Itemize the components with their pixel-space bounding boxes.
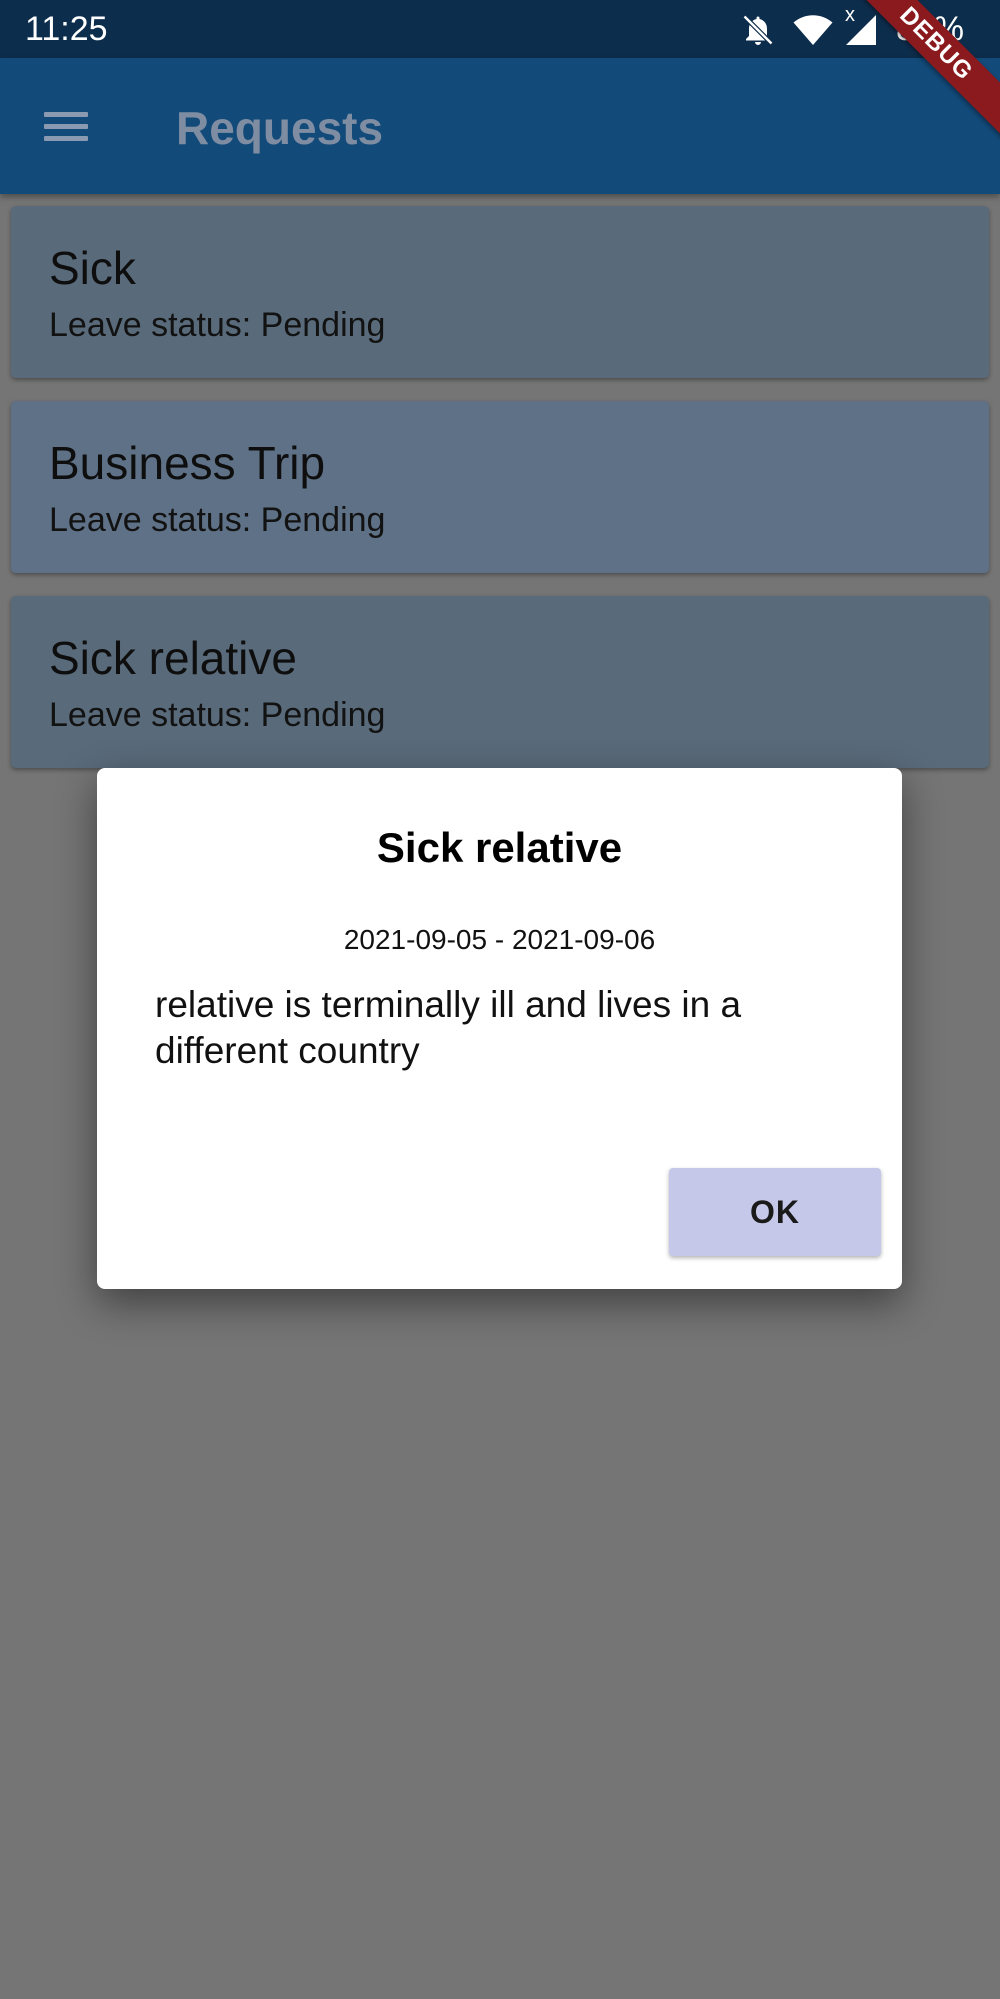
dialog-description: relative is terminally ill and lives in …	[155, 984, 742, 1071]
wifi-icon	[792, 12, 834, 53]
request-card-sick[interactable]: Sick Leave status: Pending	[11, 206, 989, 378]
status-bar: 11:25 x 85%	[0, 0, 1000, 58]
request-status: Leave status: Pending	[49, 696, 386, 734]
request-title: Sick	[49, 242, 136, 294]
page-title: Requests	[176, 102, 384, 154]
status-time: 11:25	[25, 10, 108, 48]
dialog-title: Sick relative	[376, 824, 623, 871]
dialog-dates: 2021-09-05 - 2021-09-06	[343, 924, 656, 955]
request-status: Leave status: Pending	[49, 501, 386, 539]
screen: Sick Leave status: Pending Business Trip…	[0, 0, 1000, 1999]
app-bar: Requests	[0, 58, 1000, 194]
ok-button[interactable]: OK	[669, 1168, 881, 1256]
notifications-off-icon	[740, 12, 776, 53]
request-status: Leave status: Pending	[49, 306, 386, 344]
no-data-x-icon: x	[845, 4, 855, 26]
request-card-sick-relative[interactable]: Sick relative Leave status: Pending	[11, 596, 989, 768]
menu-button[interactable]	[26, 96, 110, 156]
request-title: Business Trip	[49, 437, 326, 489]
request-detail-dialog: Sick relative 2021-09-05 - 2021-09-06 re…	[97, 768, 902, 1289]
request-card-business-trip[interactable]: Business Trip Leave status: Pending	[11, 401, 989, 573]
request-title: Sick relative	[49, 632, 297, 684]
